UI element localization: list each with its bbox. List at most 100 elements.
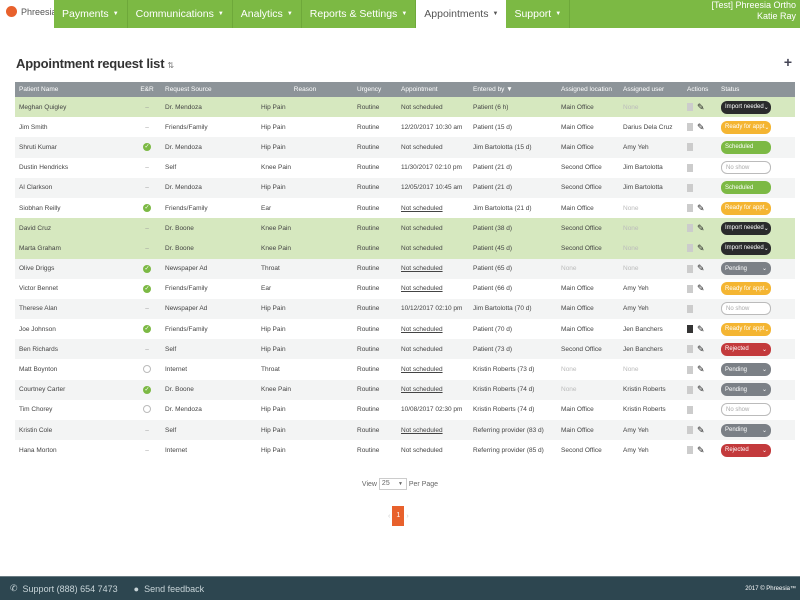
document-icon[interactable] <box>687 365 693 374</box>
table-row[interactable]: David Cruz – Dr. Boone Knee Pain Routine Not … <box>15 218 795 239</box>
status-dropdown[interactable]: No show <box>721 302 771 316</box>
table-row[interactable]: Matt Boynton Internet Throat Routine Not sch… <box>15 359 795 380</box>
pencil-icon[interactable]: ✎ <box>697 445 705 455</box>
document-icon[interactable] <box>687 304 693 313</box>
table-row[interactable]: Kristin Cole – Self Hip Pain Routine Not sche… <box>15 420 795 441</box>
table-row[interactable]: Dustin Hendricks – Self Knee Pain Routine 11/… <box>15 157 795 178</box>
nav-item-support[interactable]: Support ▼ <box>506 0 571 28</box>
appointment[interactable]: Not scheduled <box>397 319 469 339</box>
patient-name[interactable]: Tim Chorey <box>15 400 133 420</box>
table-row[interactable]: Siobhan Reilly ✓ Friends/Family Ear Routine N… <box>15 197 795 219</box>
pencil-icon[interactable]: ✎ <box>697 203 705 213</box>
patient-name[interactable]: Courtney Carter <box>15 380 133 400</box>
document-icon[interactable] <box>687 163 693 172</box>
nav-item-communications[interactable]: Communications ▼ <box>128 0 233 28</box>
status-dropdown[interactable]: Pending ⌄ <box>721 383 771 397</box>
status-dropdown[interactable]: Import needed ⌄ <box>721 241 771 255</box>
support-link[interactable]: ✆ Support (888) 654 7473 <box>10 583 118 594</box>
status-dropdown[interactable]: No show <box>721 403 771 417</box>
document-icon[interactable] <box>687 385 693 394</box>
document-icon[interactable] <box>687 446 693 455</box>
pencil-icon[interactable]: ✎ <box>697 384 705 394</box>
patient-name[interactable]: Dustin Hendricks <box>15 158 133 178</box>
brand-logo[interactable]: Phreesia <box>6 6 57 17</box>
patient-name[interactable]: Al Clarkson <box>15 178 133 198</box>
appointment[interactable]: Not scheduled <box>397 198 469 218</box>
pencil-icon[interactable]: ✎ <box>697 344 705 354</box>
document-icon[interactable] <box>687 284 693 293</box>
document-icon[interactable] <box>687 183 693 192</box>
column-header[interactable]: Assigned location <box>557 82 619 97</box>
pencil-icon[interactable]: ✎ <box>697 122 705 132</box>
column-header[interactable]: Entered by ▼ <box>469 82 557 97</box>
add-request-button[interactable]: + <box>784 54 792 70</box>
table-row[interactable]: Meghan Quigley – Dr. Mendoza Hip Pain Routin… <box>15 97 795 118</box>
document-icon[interactable] <box>687 264 693 273</box>
table-row[interactable]: Joe Johnson ✓ Friends/Family Hip Pain Routin… <box>15 319 795 340</box>
status-dropdown[interactable]: Pending ⌄ <box>721 262 771 276</box>
nav-item-analytics[interactable]: Analytics ▼ <box>233 0 302 28</box>
patient-name[interactable]: Olive Driggs <box>15 259 133 279</box>
appointment[interactable]: Not scheduled <box>397 359 469 379</box>
patient-name[interactable]: David Cruz <box>15 218 133 238</box>
document-icon[interactable] <box>687 103 693 112</box>
status-dropdown[interactable]: Rejected ⌄ <box>721 443 771 457</box>
patient-name[interactable]: Matt Boynton <box>15 359 133 379</box>
appointment[interactable]: Not scheduled <box>397 380 469 400</box>
table-row[interactable]: Victor Bennet ✓ Friends/Family Ear Routine No… <box>15 278 795 299</box>
per-page-select[interactable]: 25 ▼ <box>378 478 407 490</box>
appointment[interactable]: Not scheduled <box>397 259 469 279</box>
column-header[interactable]: Appointment <box>397 82 469 97</box>
status-dropdown[interactable]: Pending ⌄ <box>721 363 771 377</box>
table-row[interactable]: Al Clarkson – Dr. Mendoza Hip Pain Routine 12… <box>15 177 795 198</box>
patient-name[interactable]: Shruti Kumar <box>15 137 133 157</box>
table-row[interactable]: Marta Graham – Dr. Boone Knee Pain Routine No… <box>15 238 795 259</box>
next-page-button[interactable]: › <box>406 513 408 520</box>
column-header[interactable]: Patient Name <box>15 82 133 97</box>
patient-name[interactable]: Victor Bennet <box>15 279 133 299</box>
document-icon[interactable] <box>687 325 693 334</box>
patient-name[interactable]: Hana Morton <box>15 440 133 460</box>
table-row[interactable]: Therese Alan – Newspaper Ad Hip Pain Routine… <box>15 298 795 320</box>
column-header[interactable]: Assigned user <box>619 82 683 97</box>
column-header[interactable]: Status <box>717 82 795 97</box>
patient-name[interactable]: Siobhan Reilly <box>15 198 133 218</box>
page-1-button[interactable]: 1 <box>392 506 405 526</box>
pencil-icon[interactable]: ✎ <box>697 223 705 233</box>
table-row[interactable]: Ben Richards – Self Hip Pain Routine Not sche… <box>15 339 795 360</box>
nav-item-appointments[interactable]: Appointments ▼ <box>416 0 507 28</box>
document-icon[interactable] <box>687 143 693 152</box>
status-dropdown[interactable]: Pending ⌄ <box>721 423 771 437</box>
table-row[interactable]: Jim Smith – Friends/Family Hip Pain Routine 1… <box>15 117 795 138</box>
appointment[interactable]: Not scheduled <box>397 279 469 299</box>
status-dropdown[interactable]: Ready for appt ⌄ <box>721 322 771 336</box>
status-dropdown[interactable]: No show <box>721 161 771 175</box>
column-header[interactable]: E&R <box>133 82 161 97</box>
pencil-icon[interactable]: ✎ <box>697 425 705 435</box>
nav-item-payments[interactable]: Payments ▼ <box>54 0 128 28</box>
patient-name[interactable]: Ben Richards <box>15 339 133 359</box>
user-menu[interactable]: [Test] Phreesia Ortho Katie Ray <box>711 0 796 22</box>
sort-icon[interactable]: ⇅ <box>167 61 174 70</box>
column-header[interactable]: Urgency <box>353 82 397 97</box>
pencil-icon[interactable]: ✎ <box>697 324 705 334</box>
document-icon[interactable] <box>687 123 693 132</box>
status-dropdown[interactable]: Rejected ⌄ <box>721 342 771 356</box>
table-row[interactable]: Tim Chorey Dr. Mendoza Hip Pain Routine 10/0… <box>15 399 795 420</box>
document-icon[interactable] <box>687 405 693 414</box>
prev-page-button[interactable]: ‹ <box>388 513 390 520</box>
pencil-icon[interactable]: ✎ <box>697 364 705 374</box>
column-header[interactable]: Actions <box>683 82 717 97</box>
document-icon[interactable] <box>687 224 693 233</box>
patient-name[interactable]: Joe Johnson <box>15 319 133 339</box>
status-dropdown[interactable]: Ready for appt ⌄ <box>721 282 771 296</box>
patient-name[interactable]: Kristin Cole <box>15 420 133 440</box>
table-row[interactable]: Courtney Carter ✓ Dr. Boone Knee Pain Routin… <box>15 379 795 400</box>
patient-name[interactable]: Therese Alan <box>15 299 133 319</box>
table-row[interactable]: Shruti Kumar ✓ Dr. Mendoza Hip Pain Routine N… <box>15 137 795 158</box>
appointment[interactable]: Not scheduled <box>397 420 469 440</box>
nav-item-reports-settings[interactable]: Reports & Settings ▼ <box>302 0 417 28</box>
patient-name[interactable]: Marta Graham <box>15 238 133 258</box>
status-dropdown[interactable]: Scheduled <box>721 140 771 154</box>
document-icon[interactable] <box>687 345 693 354</box>
